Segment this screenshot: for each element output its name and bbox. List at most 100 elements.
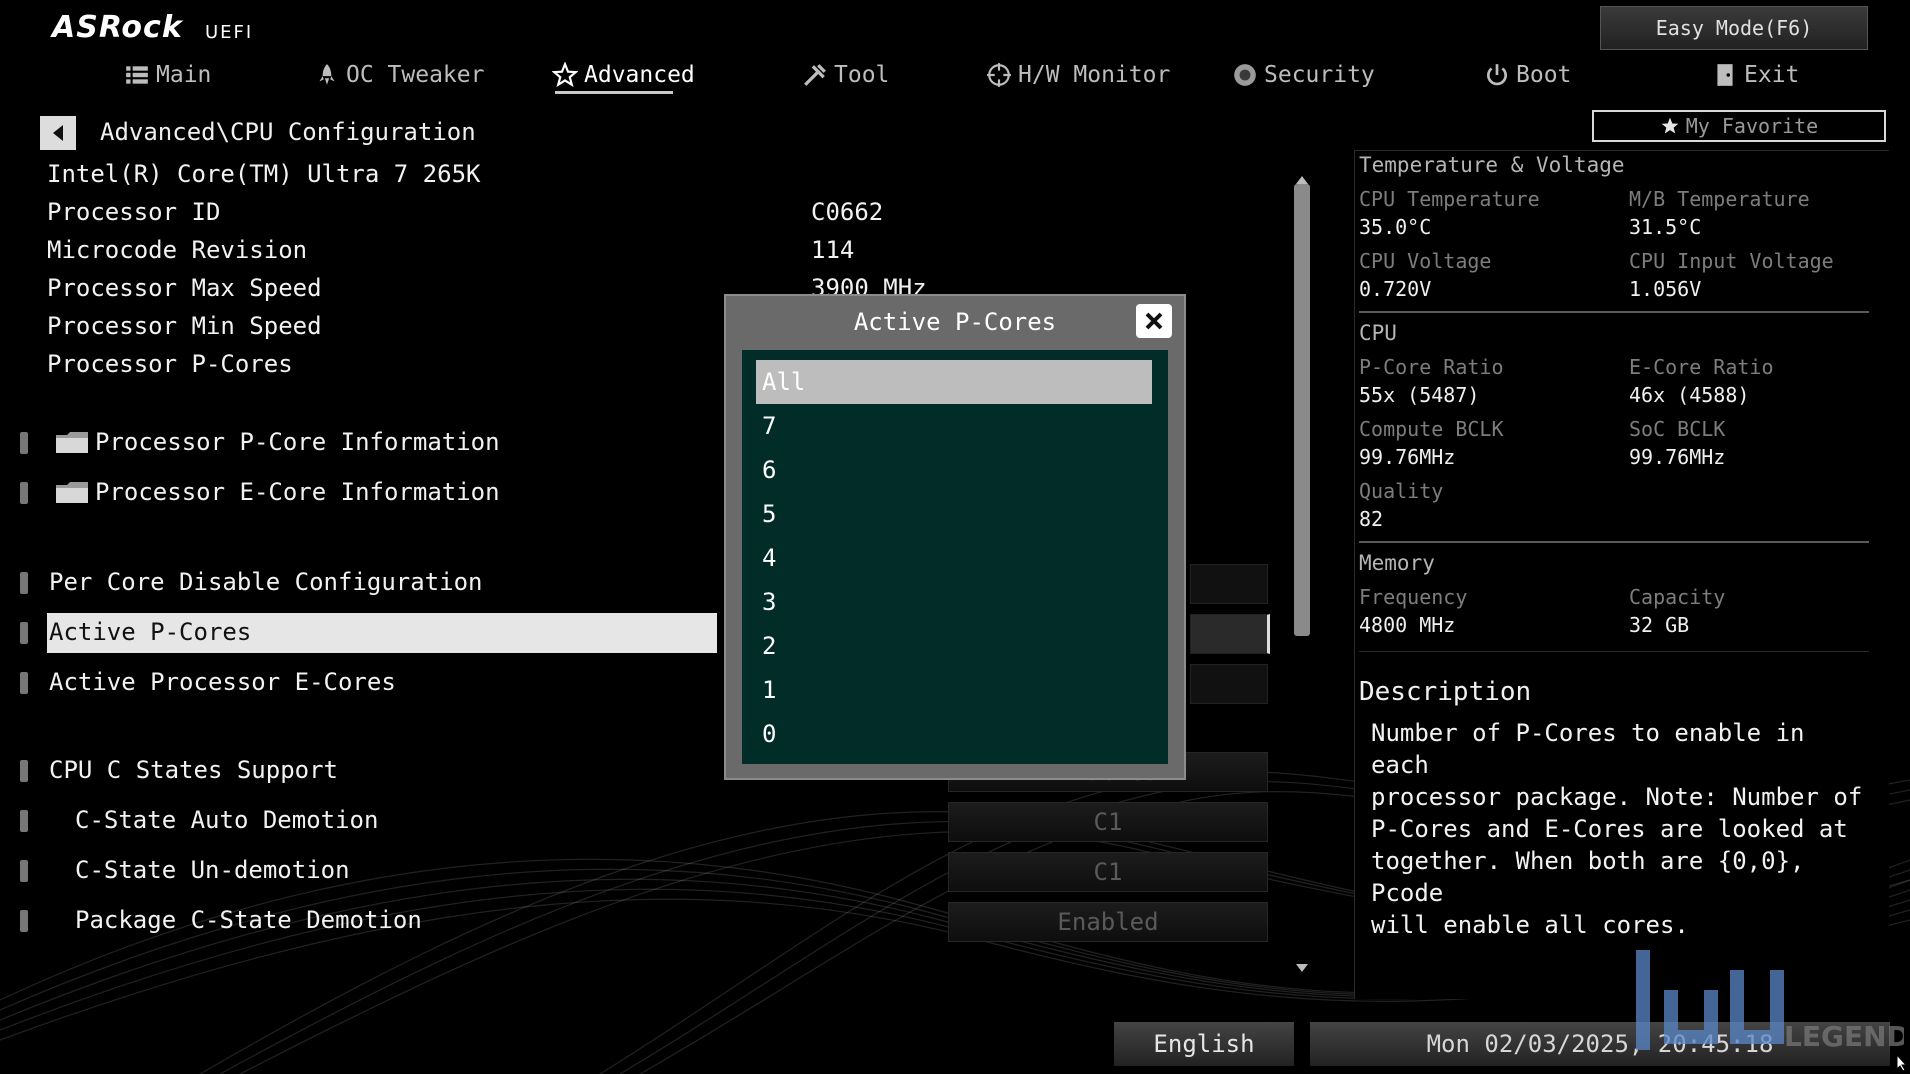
- section-divider: [1359, 651, 1869, 652]
- tab-main[interactable]: Main: [124, 58, 211, 92]
- row-marker: [20, 482, 28, 504]
- watermark-logo: LEGEND: [1636, 950, 1904, 1053]
- list-icon: [126, 66, 148, 84]
- easy-mode-button[interactable]: Easy Mode(F6): [1600, 6, 1868, 50]
- setting-c-state-auto-demotion-value[interactable]: C1: [948, 802, 1268, 842]
- rocket-icon: [319, 64, 335, 85]
- option-1[interactable]: 1: [756, 668, 1152, 712]
- cpu-temperature-value: 35.0°C: [1359, 215, 1432, 239]
- option-all[interactable]: All: [756, 360, 1152, 404]
- tab-exit-label: Exit: [1744, 62, 1800, 88]
- quality-label: Quality: [1359, 479, 1444, 503]
- tools-icon: [804, 64, 826, 86]
- hw-monitor-panel: Temperature & Voltage CPU Temperature 35…: [1354, 150, 1889, 999]
- option-4[interactable]: 4: [756, 536, 1152, 580]
- processor-min-speed-label: Processor Min Speed: [47, 312, 322, 340]
- processor-id-value: C0662: [811, 198, 884, 226]
- submenu-e-core-info-label: Processor E-Core Information: [95, 478, 500, 506]
- section-divider: [1359, 541, 1869, 543]
- processor-max-speed-label: Processor Max Speed: [47, 274, 322, 302]
- cpu-model: Intel(R) Core(TM) Ultra 7 265K: [47, 160, 481, 188]
- setting-per-core-disable[interactable]: Per Core Disable Configuration: [49, 568, 482, 596]
- cpu-voltage-label: CPU Voltage: [1359, 249, 1492, 273]
- setting-active-e-cores-value[interactable]: [1190, 664, 1268, 704]
- soc-bclk-value: 99.76MHz: [1629, 445, 1726, 469]
- memory-capacity-value: 32 GB: [1629, 613, 1690, 637]
- tab-main-label: Main: [156, 62, 212, 88]
- tab-exit[interactable]: Exit: [1712, 58, 1799, 92]
- submenu-p-core-info-label: Processor P-Core Information: [95, 428, 500, 456]
- folder-icon: [56, 482, 88, 503]
- back-button[interactable]: [40, 116, 76, 150]
- my-favorite-button[interactable]: My Favorite: [1592, 110, 1886, 142]
- tab-hw-monitor-label: H/W Monitor: [1018, 62, 1171, 88]
- description-title: Description: [1359, 677, 1532, 707]
- section-divider: [1359, 311, 1869, 313]
- mb-temperature-value: 31.5°C: [1629, 215, 1702, 239]
- watermark-text: LEGEND: [1784, 1020, 1904, 1053]
- active-p-cores-popup: Active P-Cores All 7 6 5 4 3 2 1 0: [724, 294, 1186, 780]
- tab-tool-label: Tool: [834, 62, 890, 88]
- row-marker: [20, 910, 28, 932]
- tab-security-label: Security: [1264, 62, 1375, 88]
- tab-tool[interactable]: Tool: [802, 58, 889, 92]
- row-marker: [20, 672, 28, 694]
- row-marker: [20, 810, 28, 832]
- active-tab-underline: [555, 91, 673, 94]
- language-selector[interactable]: English: [1114, 1022, 1294, 1066]
- processor-p-cores-label: Processor P-Cores: [47, 350, 293, 378]
- close-button[interactable]: [1136, 304, 1172, 338]
- uefi-label: UEFI: [205, 22, 254, 43]
- setting-active-p-cores-value[interactable]: [1190, 614, 1270, 654]
- exit-door-icon: [1717, 64, 1733, 86]
- arrow-left-icon: [53, 125, 63, 141]
- option-2[interactable]: 2: [756, 624, 1152, 668]
- memory-frequency-label: Frequency: [1359, 585, 1468, 609]
- setting-active-e-cores[interactable]: Active Processor E-Cores: [49, 668, 396, 696]
- popup-option-list: All 7 6 5 4 3 2 1 0: [742, 350, 1168, 764]
- star-icon: [1661, 117, 1679, 134]
- shield-icon: [1234, 64, 1256, 86]
- star-icon: [552, 62, 578, 88]
- row-marker: [20, 860, 28, 882]
- breadcrumb: Advanced\CPU Configuration: [100, 118, 476, 146]
- row-marker: [20, 760, 28, 782]
- row-marker: [20, 572, 28, 594]
- scrollbar-thumb[interactable]: [1294, 184, 1310, 636]
- cpu-voltage-value: 0.720V: [1359, 277, 1432, 301]
- temp-voltage-title: Temperature & Voltage: [1359, 153, 1625, 177]
- folder-icon: [56, 432, 88, 453]
- soc-bclk-label: SoC BCLK: [1629, 417, 1726, 441]
- microcode-revision-label: Microcode Revision: [47, 236, 308, 264]
- tab-boot[interactable]: Boot: [1484, 58, 1571, 92]
- option-6[interactable]: 6: [756, 448, 1152, 492]
- setting-package-c-state-demotion-value[interactable]: Enabled: [948, 902, 1268, 942]
- setting-c-state-un-demotion[interactable]: C-State Un-demotion: [75, 856, 350, 884]
- memory-frequency-value: 4800 MHz: [1359, 613, 1456, 637]
- setting-c-state-auto-demotion[interactable]: C-State Auto Demotion: [75, 806, 378, 834]
- setting-c-state-un-demotion-value[interactable]: C1: [948, 852, 1268, 892]
- tab-hw-monitor[interactable]: H/W Monitor: [986, 58, 1170, 92]
- setting-active-p-cores[interactable]: Active P-Cores: [49, 618, 251, 646]
- compute-bclk-value: 99.76MHz: [1359, 445, 1456, 469]
- memory-section-title: Memory: [1359, 551, 1435, 575]
- option-5[interactable]: 5: [756, 492, 1152, 536]
- close-icon: [1145, 312, 1163, 330]
- cpu-section-title: CPU: [1359, 321, 1397, 345]
- p-core-ratio-value: 55x (5487): [1359, 383, 1480, 407]
- my-favorite-label: My Favorite: [1685, 114, 1819, 138]
- tab-security[interactable]: Security: [1232, 58, 1375, 92]
- tab-oc-tweaker[interactable]: OC Tweaker: [314, 58, 484, 92]
- tab-advanced[interactable]: Advanced: [552, 58, 695, 92]
- e-core-ratio-label: E-Core Ratio: [1629, 355, 1774, 379]
- microcode-revision-value: 114: [811, 236, 855, 264]
- setting-per-core-disable-value[interactable]: [1190, 564, 1268, 604]
- processor-id-label: Processor ID: [47, 198, 221, 226]
- cpu-input-voltage-value: 1.056V: [1629, 277, 1702, 301]
- setting-package-c-state-demotion[interactable]: Package C-State Demotion: [75, 906, 422, 934]
- option-7[interactable]: 7: [756, 404, 1152, 448]
- option-0[interactable]: 0: [756, 712, 1152, 756]
- option-3[interactable]: 3: [756, 580, 1152, 624]
- cpu-input-voltage-label: CPU Input Voltage: [1629, 249, 1834, 273]
- setting-cpu-c-states[interactable]: CPU C States Support: [49, 756, 338, 784]
